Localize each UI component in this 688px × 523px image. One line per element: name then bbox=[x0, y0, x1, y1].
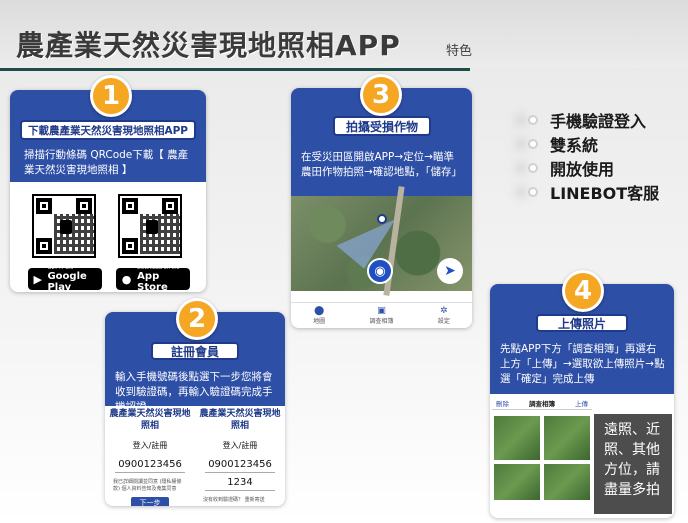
form-a-title: 農產業天然災害現地照相 bbox=[109, 409, 191, 431]
bullet-icon bbox=[528, 187, 538, 197]
nav-item-album[interactable]: ▣ 調查相簿 bbox=[369, 306, 393, 325]
verification-code-input[interactable]: 1234 bbox=[205, 477, 275, 491]
photo-thumbnail[interactable] bbox=[494, 464, 540, 500]
feature-text: LINEBOT客服 bbox=[550, 184, 660, 203]
step-4-description: 先點APP下方「調查相簿」再選右上方「上傳」→選取欲上傳照片→點選「確定」完成上… bbox=[500, 343, 665, 385]
step-3-card: 拍攝受損作物 在受災田區開啟APP→定位→瞄準農田作物拍照→確認地點，「儲存」 … bbox=[291, 88, 472, 328]
page-subtitle: 特色 bbox=[446, 44, 473, 59]
step-3-description: 在受災田區開啟APP→定位→瞄準農田作物拍照→確認地點，「儲存」 bbox=[301, 151, 463, 178]
login-form-step-a: 農產業天然災害現地照相 登入/註冊 0900123456 我已詳細閱讀並同意 (… bbox=[107, 408, 193, 506]
form-b-title: 農產業天然災害現地照相 bbox=[199, 409, 281, 431]
step-2-card: 註冊會員 輸入手機號碼後點選下一步您將會收到驗證碼，再輸入驗證碼完成手機認證 農… bbox=[105, 312, 285, 506]
nav-label-settings: 設定 bbox=[437, 318, 450, 325]
step-1-title: 下載農產業天然災害現地照相APP bbox=[20, 120, 196, 140]
photo-thumbnail[interactable] bbox=[494, 416, 540, 460]
feature-text: 開放使用 bbox=[550, 160, 615, 179]
feature-item: 開放使用 bbox=[528, 156, 659, 180]
feature-list: 手機驗證登入 雙系統 開放使用 LINEBOT客服 bbox=[528, 108, 659, 204]
nav-label-album: 調查相簿 bbox=[369, 318, 394, 325]
google-play-label: Google Play bbox=[47, 271, 87, 292]
nav-label-map: 地圖 bbox=[313, 318, 326, 325]
feature-item: 雙系統 bbox=[528, 132, 659, 156]
resend-code-link[interactable]: 沒有收到驗證碼？ 重新寄送 bbox=[203, 497, 277, 504]
phone-input-filled[interactable]: 0900123456 bbox=[205, 459, 275, 473]
ios-qr-code[interactable] bbox=[118, 194, 182, 258]
app-store-badge[interactable]: ● Download on the App Store bbox=[116, 265, 190, 292]
phone-input[interactable]: 0900123456 bbox=[115, 459, 185, 473]
photo-tip-note: 遠照、近照、其他方位，請盡量多拍 bbox=[594, 414, 672, 514]
apple-icon: ● bbox=[121, 272, 132, 286]
album-title: 調查相簿 bbox=[529, 399, 555, 408]
camera-button[interactable]: ◉ bbox=[367, 258, 393, 284]
step-3-bottom-nav: ⬤ 地圖 ▣ 調查相簿 ✲ 設定 bbox=[291, 302, 472, 328]
feature-text: 雙系統 bbox=[550, 136, 599, 155]
google-play-badge[interactable]: ▶ GET IT ON Google Play bbox=[28, 265, 102, 292]
upload-button[interactable]: 上傳 bbox=[575, 398, 588, 408]
login-form-step-b: 農產業天然災害現地照相 登入/註冊 0900123456 1234 沒有收到驗證… bbox=[197, 408, 283, 504]
step-3-badge: 3 bbox=[360, 74, 402, 116]
privacy-consent-checkbox[interactable]: 我已詳細閱讀並同意 (隱私權條款) 個人資料告知及蒐集同意 bbox=[113, 479, 187, 493]
form-b-label: 登入/註冊 bbox=[222, 441, 258, 450]
dinosaur-icon bbox=[146, 220, 158, 234]
step-4-badge: 4 bbox=[562, 270, 604, 312]
album-top-bar: 刪除 調查相簿 上傳 bbox=[492, 396, 592, 410]
album-screen: 刪除 調查相簿 上傳 bbox=[492, 396, 592, 516]
form-a-label: 登入/註冊 bbox=[132, 441, 168, 450]
navigation-arrow-icon[interactable]: ➤ bbox=[437, 258, 463, 284]
step-2-badge: 2 bbox=[176, 298, 218, 340]
page-title: 農產業天然災害現地照相APP bbox=[16, 29, 401, 62]
bullet-icon bbox=[528, 115, 538, 125]
app-store-label: App Store bbox=[137, 271, 168, 292]
nav-item-settings[interactable]: ✲ 設定 bbox=[438, 306, 450, 325]
feature-item: 手機驗證登入 bbox=[528, 108, 659, 132]
android-qr-code[interactable] bbox=[32, 194, 96, 258]
gear-icon: ✲ bbox=[440, 306, 448, 316]
feature-item: LINEBOT客服 bbox=[528, 180, 659, 204]
step-4-card: 上傳照片 先點APP下方「調查相簿」再選右上方「上傳」→選取欲上傳照片→點選「確… bbox=[490, 284, 674, 518]
step-1-badge: 1 bbox=[90, 75, 132, 117]
map-pin-icon: ⬤ bbox=[314, 306, 325, 316]
step-1-card: 下載農產業天然災害現地照相APP 掃描行動條碼 QRCode下載【 農產業天然災… bbox=[10, 90, 206, 292]
feature-text: 手機驗證登入 bbox=[550, 112, 647, 131]
bullet-icon bbox=[528, 163, 538, 173]
dinosaur-icon bbox=[60, 220, 72, 234]
step-2-title: 註冊會員 bbox=[151, 342, 239, 360]
step-1-description: 掃描行動條碼 QRCode下載【 農產業天然災害現地照相 】 bbox=[24, 149, 189, 176]
next-button[interactable]: 下一步 bbox=[131, 497, 169, 506]
google-play-icon: ▶ bbox=[33, 272, 42, 286]
step-4-title: 上傳照片 bbox=[536, 314, 628, 332]
nav-item-map[interactable]: ⬤ 地圖 bbox=[313, 306, 325, 325]
photo-thumbnail[interactable] bbox=[544, 416, 590, 460]
satellite-map[interactable]: ◉ ➤ bbox=[291, 186, 472, 296]
bullet-icon bbox=[528, 139, 538, 149]
step-3-title: 拍攝受損作物 bbox=[333, 116, 431, 136]
photo-thumbnail[interactable] bbox=[544, 464, 590, 500]
title-underline bbox=[0, 68, 470, 71]
image-icon: ▣ bbox=[377, 306, 386, 316]
delete-button[interactable]: 刪除 bbox=[496, 398, 509, 408]
location-pin-icon bbox=[377, 214, 387, 224]
